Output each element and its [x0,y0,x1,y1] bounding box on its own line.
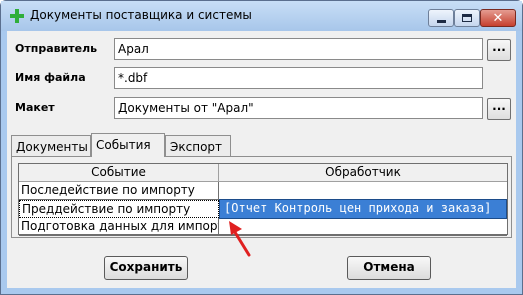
tab-export[interactable]: Экспорт [165,135,231,157]
sender-field[interactable]: Арал [114,38,483,60]
table-row-handler[interactable] [219,218,507,236]
table-row-event-selected[interactable]: Преддействие по импорту [19,200,219,218]
table-row-handler[interactable] [219,182,507,200]
close-button[interactable]: ✕ [480,9,516,27]
table-row-event[interactable]: Последействие по импорту [19,182,219,200]
table-row-event[interactable]: Подготовка данных для импорта [19,218,219,236]
file-name-label: Имя файла [15,71,86,84]
tab-events[interactable]: События [91,133,165,157]
file-name-field[interactable]: *.dbf [114,67,483,89]
minimize-button[interactable] [428,9,454,27]
sender-browse-button[interactable]: ... [487,39,511,61]
title-bar[interactable]: Документы поставщика и системы ✕ [1,1,522,31]
window-title: Документы поставщика и системы [30,8,252,22]
dialog-window: Документы поставщика и системы ✕ Отправи… [0,0,523,295]
close-icon: ✕ [492,10,504,26]
column-header-event[interactable]: Событие [19,164,219,182]
minimize-icon [436,19,446,23]
layout-field[interactable]: Документы от "Арал" [114,97,483,119]
events-tab-panel: Событие Обработчик Последействие по импо… [11,156,512,238]
annotation-arrow-icon [229,221,251,257]
tab-documents[interactable]: Документы [11,135,91,157]
column-header-handler[interactable]: Обработчик [219,164,507,182]
events-table: Событие Обработчик Последействие по импо… [18,163,508,236]
handler-cell-editor[interactable]: [Отчет Контроль цен прихода и заказа] [219,199,507,219]
save-button[interactable]: Сохранить [104,256,188,280]
dialog-client-area: Отправитель Арал ... Имя файла *.dbf Мак… [7,31,516,288]
layout-browse-button[interactable]: ... [487,98,511,120]
layout-label: Макет [15,101,55,114]
sender-label: Отправитель [15,42,98,55]
maximize-button[interactable] [454,9,480,27]
green-cross-icon [10,9,24,23]
maximize-icon [462,14,472,22]
cancel-button[interactable]: Отмена [347,256,431,280]
